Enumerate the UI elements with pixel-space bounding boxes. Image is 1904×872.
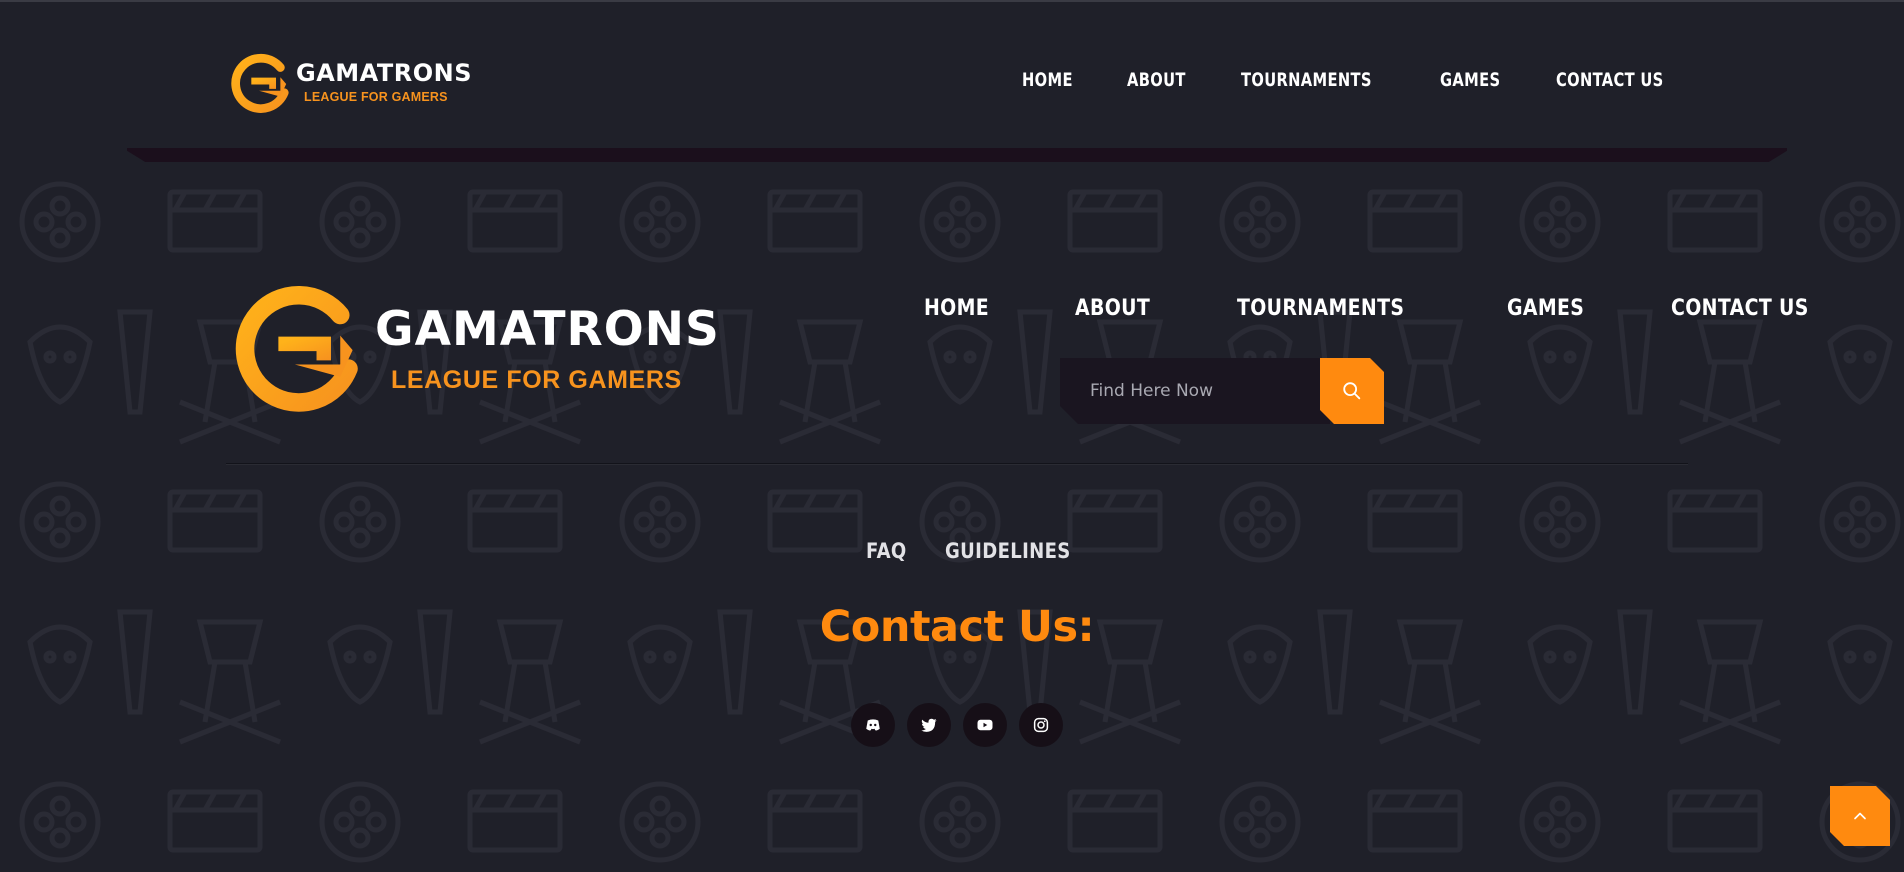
site-header: GAMATRONS LEAGUE FOR GAMERS HOME ABOUT T…: [0, 2, 1904, 150]
background-pattern: [0, 162, 1904, 872]
site-footer: GAMATRONS LEAGUE FOR GAMERS HOME ABOUT T…: [0, 162, 1904, 872]
brand-name: GAMATRONS: [375, 302, 720, 357]
discord-button[interactable]: [851, 703, 895, 747]
header-nav: HOME ABOUT TOURNAMENTS GAMES CONTACT US: [1022, 68, 1681, 92]
nav-contact-us[interactable]: CONTACT US: [1556, 68, 1664, 92]
youtube-icon: [977, 719, 993, 731]
footer-links: FAQ GUIDELINES: [866, 538, 1091, 564]
search-icon: [1341, 380, 1363, 402]
link-faq[interactable]: FAQ: [866, 538, 907, 564]
footer-nav-contact-us[interactable]: CONTACT US: [1671, 295, 1809, 323]
search-field: [1060, 358, 1330, 424]
header-logo[interactable]: GAMATRONS LEAGUE FOR GAMERS: [230, 52, 472, 116]
logo-g-icon: [235, 285, 358, 412]
social-links: [851, 703, 1063, 747]
nav-about[interactable]: ABOUT: [1127, 68, 1186, 92]
search-box: [1060, 358, 1384, 424]
brand-name: GAMATRONS: [296, 59, 472, 87]
brand-tagline: LEAGUE FOR GAMERS: [391, 366, 682, 394]
logo-g-icon: [231, 53, 289, 113]
nav-home[interactable]: HOME: [1022, 68, 1073, 92]
youtube-button[interactable]: [963, 703, 1007, 747]
search-input[interactable]: [1090, 378, 1310, 404]
back-to-top-button[interactable]: [1830, 786, 1890, 846]
link-guidelines[interactable]: GUIDELINES: [945, 538, 1071, 564]
brand-tagline: LEAGUE FOR GAMERS: [304, 90, 448, 104]
contact-title: Contact Us:: [819, 602, 1095, 652]
chevron-up-icon: [1850, 806, 1870, 826]
footer-nav-games[interactable]: GAMES: [1507, 295, 1584, 323]
search-button[interactable]: [1320, 358, 1384, 424]
footer-logo[interactable]: GAMATRONS LEAGUE FOR GAMERS: [233, 282, 719, 422]
nav-games[interactable]: GAMES: [1440, 68, 1500, 92]
instagram-icon: [1033, 717, 1049, 733]
instagram-button[interactable]: [1019, 703, 1063, 747]
footer-nav-about[interactable]: ABOUT: [1075, 295, 1150, 323]
footer-nav-home[interactable]: HOME: [924, 295, 989, 323]
nav-tournaments[interactable]: TOURNAMENTS: [1241, 68, 1372, 92]
header-bottom-band: [127, 148, 1787, 162]
footer-nav: HOME ABOUT TOURNAMENTS GAMES CONTACT US: [924, 295, 1832, 323]
discord-icon: [866, 719, 880, 731]
twitter-button[interactable]: [907, 703, 951, 747]
footer-divider: [226, 463, 1688, 465]
twitter-icon: [921, 718, 937, 732]
footer-nav-tournaments[interactable]: TOURNAMENTS: [1237, 295, 1404, 323]
